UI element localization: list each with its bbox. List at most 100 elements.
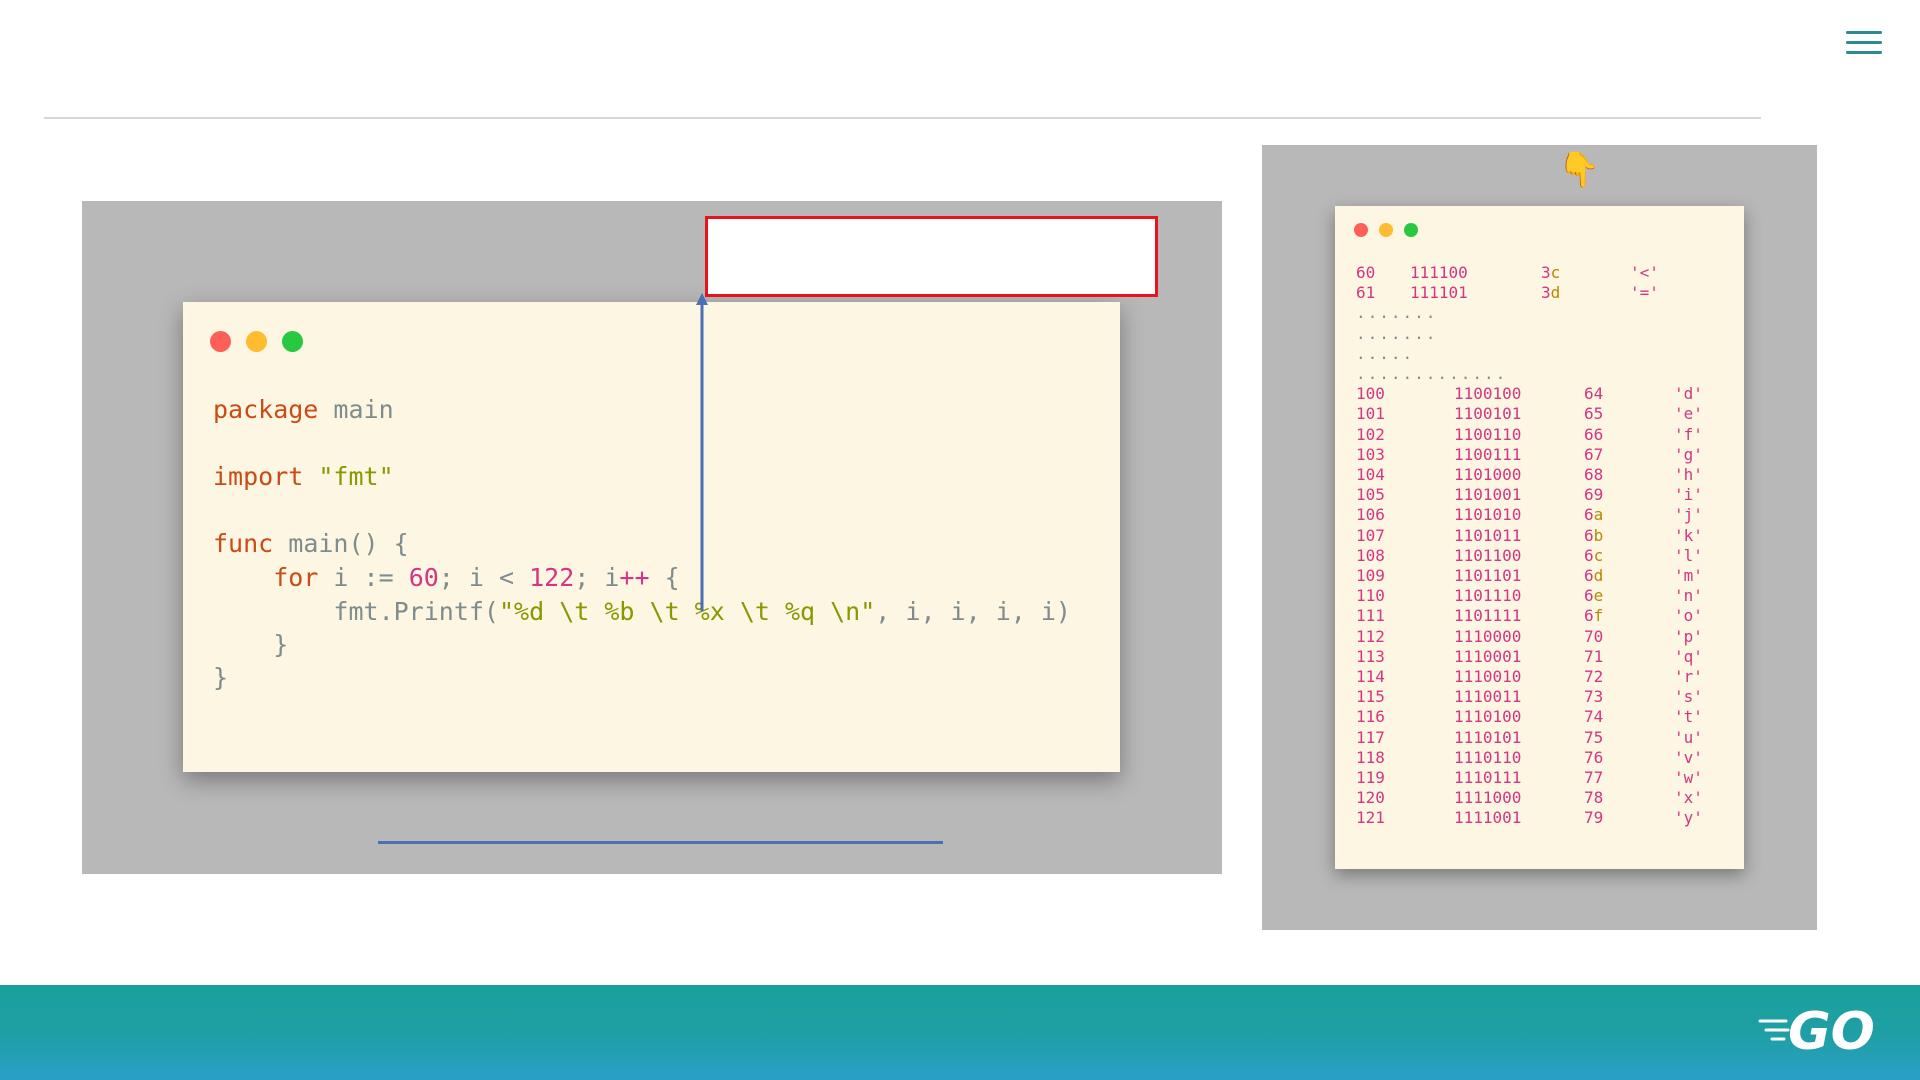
output-chr-cell: 'v' [1674, 747, 1703, 767]
window-maximize-icon[interactable] [1404, 223, 1418, 237]
output-chr-cell: 'j' [1674, 505, 1703, 525]
output-chr-cell: 'r' [1674, 667, 1703, 686]
output-bin-cell: 1101000 [1454, 465, 1522, 484]
output-dec-cell: 113 [1356, 646, 1385, 666]
output-dec-cell: 114 [1356, 667, 1385, 686]
output-bin-cell: 111101 [1410, 283, 1468, 303]
output-chr-cell: 'n' [1674, 586, 1703, 606]
output-chr-cell: 'i' [1674, 485, 1703, 505]
output-chr-cell: 'h' [1674, 465, 1703, 484]
output-chr-cell: 'm' [1674, 566, 1703, 585]
code-line-printf: fmt.Printf("%d \t %b \t %x \t %q \n", i,… [333, 597, 1071, 626]
pointing-down-hand-icon: 👇 [1558, 151, 1601, 189]
output-hex-cell: 6a [1584, 505, 1604, 525]
output-dec-cell: 60 [1356, 263, 1376, 282]
output-hex-cell: 6e [1584, 586, 1604, 606]
output-hex-cell: 74 [1584, 707, 1604, 727]
footer-bar: GO [0, 985, 1920, 1080]
output-panel: 👇 60 111100 3c '<' 61 111101 3d '='............… [1262, 145, 1817, 930]
output-chr-cell: 'q' [1674, 646, 1703, 666]
output-chr-cell: 'd' [1674, 384, 1703, 404]
arrow-up-icon [696, 293, 708, 611]
output-hex-cell: 79 [1584, 808, 1604, 828]
svg-text:GO: GO [1788, 1002, 1875, 1061]
code-line-import: import "fmt" [213, 462, 394, 491]
output-dec-cell: 101 [1356, 404, 1385, 424]
output-chr-cell: 'x' [1674, 788, 1703, 808]
output-bin-cell: 1101101 [1454, 566, 1522, 585]
output-hex-cell: 66 [1584, 424, 1604, 444]
output-dec-cell: 116 [1356, 707, 1385, 727]
output-hex-cell: 71 [1584, 646, 1604, 666]
output-bin-cell: 1101011 [1454, 525, 1522, 545]
window-maximize-icon[interactable] [282, 331, 303, 352]
output-bin-cell: 1101111 [1454, 606, 1522, 626]
output-dec-cell: 120 [1356, 788, 1385, 808]
output-chr-cell: 'y' [1674, 808, 1703, 828]
output-bin-cell: 111100 [1410, 263, 1468, 282]
output-bin-cell: 1101010 [1454, 505, 1522, 525]
output-bin-cell: 1101110 [1454, 586, 1522, 606]
code-line-package: package main [213, 395, 394, 424]
output-chr-cell: 'o' [1674, 606, 1703, 626]
output-bin-cell: 1100100 [1454, 384, 1522, 404]
output-chr-cell: 'l' [1674, 545, 1703, 565]
output-bin-cell: 1110111 [1454, 768, 1522, 787]
output-ellipsis: ....... [1356, 323, 1438, 343]
output-chr-cell: 'w' [1674, 768, 1703, 787]
output-chr-cell: '<' [1630, 263, 1659, 282]
output-bin-cell: 1110001 [1454, 646, 1522, 666]
output-hex-cell: 77 [1584, 768, 1604, 787]
output-hex-cell: 67 [1584, 444, 1604, 464]
output-hex-cell: 6d [1584, 566, 1604, 585]
output-hex-cell: 64 [1584, 384, 1604, 404]
output-bin-cell: 1100101 [1454, 404, 1522, 424]
output-dec-cell: 102 [1356, 424, 1385, 444]
go-logo: GO [1758, 1002, 1875, 1061]
output-chr-cell: 't' [1674, 707, 1703, 727]
output-dec-cell: 106 [1356, 505, 1385, 525]
output-hex-cell: 6c [1584, 545, 1604, 565]
output-dec-cell: 110 [1356, 586, 1385, 606]
output-chr-cell: 'e' [1674, 404, 1703, 424]
output-dec-cell: 111 [1356, 606, 1385, 626]
hamburger-menu-icon[interactable] [1846, 28, 1884, 58]
output-bin-cell: 1111000 [1454, 788, 1522, 808]
output-bin-cell: 1110110 [1454, 747, 1522, 767]
highlight-box [705, 216, 1158, 297]
output-bin-cell: 1110010 [1454, 667, 1522, 686]
output-dec-cell: 100 [1356, 384, 1385, 404]
output-hex-cell: 6b [1584, 525, 1604, 545]
code-line-for: for i := 60; i < 122; i++ { [273, 563, 680, 592]
code-line-close-for: } [213, 630, 289, 659]
output-ellipsis: ..... [1356, 343, 1415, 363]
output-hex-cell: 75 [1584, 727, 1604, 747]
output-dec-cell: 104 [1356, 465, 1385, 484]
output-ellipsis: ....... [1356, 303, 1438, 323]
output-hex-cell: 3d [1541, 283, 1561, 303]
window-close-icon[interactable] [1354, 223, 1368, 237]
output-hex-cell: 72 [1584, 667, 1604, 686]
code-editor-window: package main import "fmt" func main() { … [183, 302, 1120, 772]
code-panel: package main import "fmt" func main() { … [82, 201, 1222, 874]
output-dec-cell: 117 [1356, 727, 1385, 747]
output-dec-cell: 118 [1356, 747, 1385, 767]
window-minimize-icon[interactable] [1379, 223, 1393, 237]
output-dec-cell: 107 [1356, 525, 1385, 545]
output-hex-cell: 78 [1584, 788, 1604, 808]
output-bin-cell: 1110101 [1454, 727, 1522, 747]
output-bin-cell: 1111001 [1454, 808, 1522, 828]
output-dec-cell: 109 [1356, 566, 1385, 585]
underline-annotation [378, 841, 943, 844]
output-hex-cell: 69 [1584, 485, 1604, 505]
output-bin-cell: 1101001 [1454, 485, 1522, 505]
window-minimize-icon[interactable] [246, 331, 267, 352]
code-line-close-func: } [213, 663, 229, 692]
output-hex-cell: 68 [1584, 465, 1604, 484]
output-bin-cell: 1100110 [1454, 424, 1522, 444]
window-close-icon[interactable] [210, 331, 231, 352]
output-hex-cell: 70 [1584, 626, 1604, 646]
code-line-func: func main() { [213, 529, 409, 558]
output-dec-cell: 112 [1356, 626, 1385, 646]
output-bin-cell: 1101100 [1454, 545, 1522, 565]
